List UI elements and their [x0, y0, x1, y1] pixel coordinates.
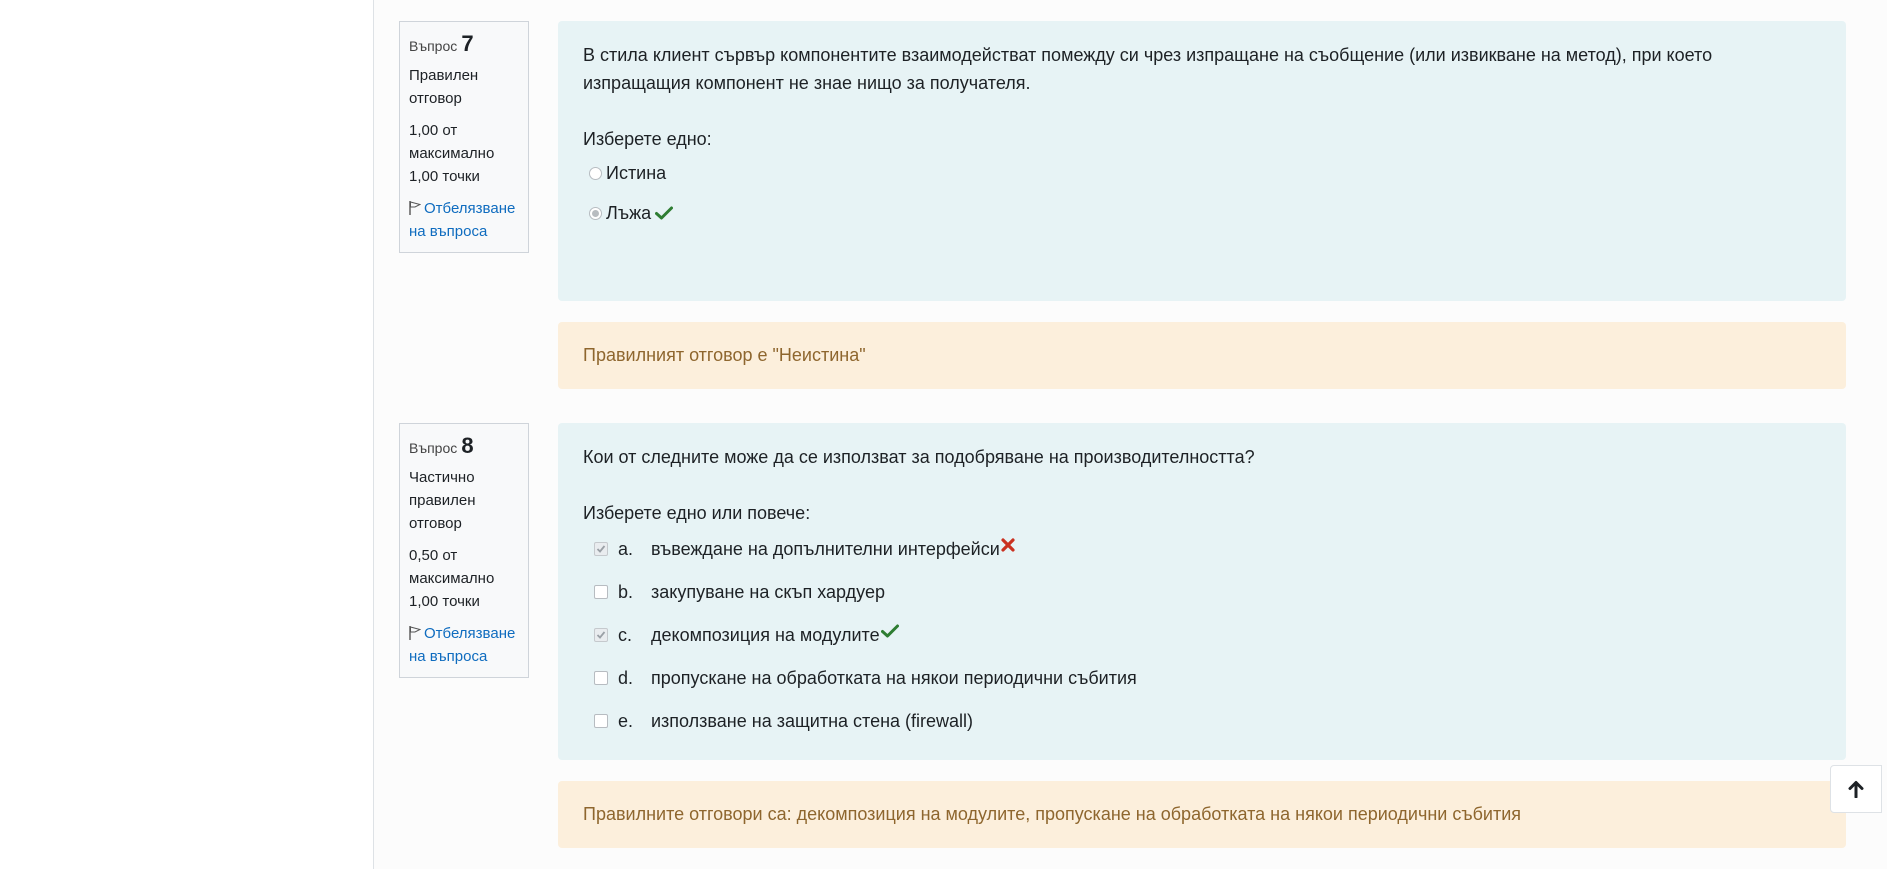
- flag-icon: [409, 201, 422, 215]
- question-text: Кои от следните може да се използват за …: [583, 447, 1255, 467]
- radio-button[interactable]: [589, 166, 602, 180]
- answer-option-e[interactable]: e. използване на защитна стена (firewall…: [583, 699, 1821, 742]
- answer-label: закупуване на скъп хардуер: [651, 581, 885, 602]
- question-grade: 1,00 от максимално 1,00 точки: [409, 122, 495, 185]
- cross-icon: [1001, 537, 1015, 552]
- question-content-7: В стила клиент сървър компонентите взаим…: [558, 21, 1846, 301]
- answer-label: Лъжа: [606, 203, 652, 223]
- question-label: Въпрос: [409, 440, 458, 456]
- answer-label: използване на защитна стена (firewall): [651, 710, 974, 731]
- question-content-8: Кои от следните може да се използват за …: [558, 423, 1846, 760]
- question-text: В стила клиент сървър компонентите взаим…: [583, 45, 1713, 93]
- feedback-8: Правилните отговори са: декомпозиция на …: [558, 781, 1846, 848]
- answer-letter: d.: [618, 667, 634, 688]
- checkbox[interactable]: [594, 584, 608, 599]
- answer-letter: e.: [618, 710, 634, 731]
- left-drawer: [0, 0, 374, 869]
- answer-label: Истина: [606, 163, 667, 183]
- question-state: Частично правилен отговор: [409, 469, 476, 532]
- question-number: Въпрос 8: [409, 434, 519, 460]
- question-label: Въпрос: [409, 38, 458, 54]
- question-grade: 0,50 от максимално 1,00 точки: [409, 547, 495, 610]
- back-to-top-button[interactable]: [1830, 765, 1882, 813]
- answer-option-c[interactable]: c. декомпозиция на модулите: [583, 613, 1821, 656]
- radio-button-selected[interactable]: [589, 206, 602, 220]
- answer-label: пропускане на обработката на някои перио…: [651, 667, 1137, 688]
- question-state: Правилен отговор: [409, 67, 479, 107]
- answer-option-false[interactable]: Лъжа: [583, 193, 1821, 233]
- answer-letter: c.: [618, 624, 633, 645]
- answer-option-true[interactable]: Истина: [583, 153, 1821, 193]
- question-info-8: Въпрос 8 Частично правилен отговор 0,50 …: [399, 423, 529, 678]
- checkbox-checked[interactable]: [594, 541, 608, 556]
- answer-letter: a.: [618, 538, 634, 559]
- check-icon: [880, 624, 899, 638]
- answer-option-a[interactable]: a. въвеждане на допълнителни интерфейси: [583, 527, 1821, 570]
- answer-prompt: Изберете едно или повече:: [583, 503, 811, 523]
- correct-answers-text: Правилните отговори са: декомпозиция на …: [583, 804, 1521, 824]
- flag-question-label: Отбелязване на въпроса: [409, 625, 516, 665]
- check-icon: [655, 206, 674, 220]
- question-number: Въпрос 7: [409, 32, 519, 58]
- answer-option-b[interactable]: b. закупуване на скъп хардуер: [583, 570, 1821, 613]
- checkbox[interactable]: [594, 713, 608, 728]
- flag-question-link[interactable]: Отбелязване на въпроса: [409, 622, 519, 668]
- flag-question-link[interactable]: Отбелязване на въпроса: [409, 197, 519, 243]
- question-number-value: 8: [461, 433, 474, 458]
- answer-letter: b.: [618, 581, 634, 602]
- flag-question-label: Отбелязване на въпроса: [409, 200, 516, 240]
- answer-option-d[interactable]: d. пропускане на обработката на някои пе…: [583, 656, 1821, 699]
- checkbox[interactable]: [594, 670, 608, 685]
- feedback-7: Правилният отговор е "Неистина": [558, 322, 1846, 389]
- answer-label: декомпозиция на модулите: [651, 624, 880, 645]
- checkbox-checked[interactable]: [594, 627, 608, 642]
- answer-prompt: Изберете едно:: [583, 129, 712, 149]
- answer-label: въвеждане на допълнителни интерфейси: [651, 538, 1000, 559]
- question-number-value: 7: [461, 31, 474, 56]
- arrow-up-icon: [1848, 781, 1864, 798]
- correct-answer-text: Правилният отговор е "Неистина": [583, 345, 866, 365]
- question-info-7: Въпрос 7 Правилен отговор 1,00 от максим…: [399, 21, 529, 253]
- flag-icon: [409, 626, 422, 640]
